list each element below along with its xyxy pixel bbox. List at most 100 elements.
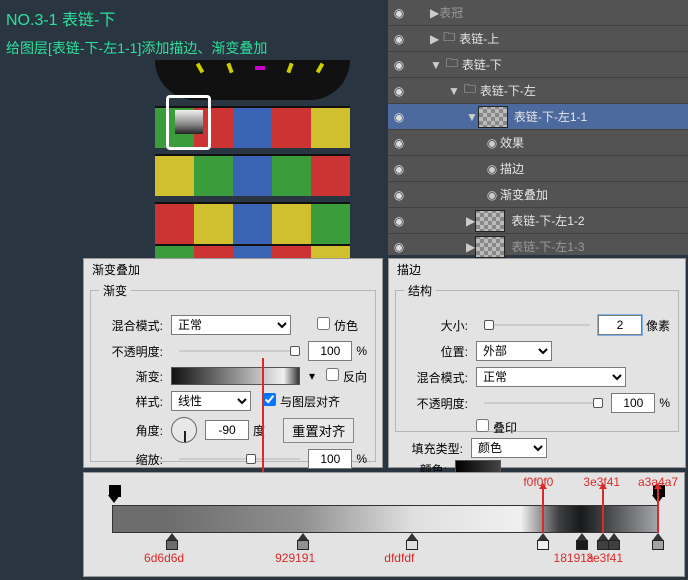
tutorial-header: NO.3-1 表链-下 给图层[表链-下-左1-1]添加描边、渐变叠加 — [6, 6, 267, 58]
gradient-legend: 渐变 — [99, 282, 131, 299]
position-label: 位置: — [404, 343, 468, 360]
stop-hex-label: 6d6d6d — [144, 551, 184, 565]
opacity-input[interactable] — [611, 393, 655, 413]
dither-checkbox[interactable]: 仿色 — [317, 317, 358, 334]
gradient-preview[interactable] — [171, 367, 300, 385]
fold-icon[interactable]: ▶ — [430, 6, 439, 20]
layer-name: 表链-下 — [462, 56, 502, 73]
stroke-panel: 描边 结构 大小: 像素 位置: 外部 混合模式: 正常 不透明度: % 叠印 … — [388, 258, 686, 468]
visibility-icon[interactable]: ◉ — [388, 240, 410, 254]
scale-slider[interactable] — [179, 451, 300, 467]
visibility-icon[interactable]: ◉ — [388, 6, 410, 20]
fill-type-label: 填充类型: — [399, 440, 463, 457]
layer-name: 表链-下-左1-3 — [511, 238, 584, 255]
layer-name: 渐变叠加 — [500, 186, 548, 203]
size-label: 大小: — [404, 317, 468, 334]
layer-row[interactable]: ◉ ▼ 🗀表链-下-左 — [388, 78, 688, 104]
visibility-icon[interactable]: ◉ — [388, 136, 410, 150]
gradient-strip[interactable] — [112, 505, 658, 533]
step-title: NO.3-1 表链-下 — [6, 6, 267, 30]
stop-hex-label: f0f0f0 — [523, 475, 553, 489]
fill-type-select[interactable]: 颜色 — [471, 438, 547, 458]
effect-icon: ◉ — [484, 188, 500, 202]
layer-row[interactable]: ◉◉描边 — [388, 156, 688, 182]
color-stop[interactable] — [166, 533, 178, 547]
color-stop[interactable] — [297, 533, 309, 547]
fold-icon[interactable]: ▶ — [430, 32, 439, 46]
stroke-legend: 结构 — [404, 282, 436, 299]
opacity-label: 不透明度: — [99, 343, 163, 360]
blend-mode-label: 混合模式: — [404, 369, 468, 386]
reverse-checkbox[interactable]: 反向 — [326, 368, 367, 385]
angle-input[interactable] — [205, 420, 249, 440]
visibility-icon[interactable]: ◉ — [388, 58, 410, 72]
visibility-icon[interactable]: ◉ — [388, 84, 410, 98]
opacity-unit: % — [659, 396, 670, 410]
visibility-icon[interactable]: ◉ — [388, 32, 410, 46]
layer-thumb — [475, 210, 505, 232]
layer-name: 表链-下-左1-1 — [514, 108, 587, 125]
fold-icon[interactable]: ▼ — [448, 84, 460, 98]
layer-name: 表链-下-左1-2 — [511, 212, 584, 229]
opacity-stop[interactable] — [108, 495, 120, 505]
color-stop[interactable] — [576, 533, 588, 547]
panel-title: 描边 — [397, 261, 685, 278]
opacity-slider[interactable] — [179, 343, 300, 359]
fold-icon[interactable]: ▶ — [466, 214, 475, 228]
layer-thumb — [478, 106, 508, 128]
layers-panel: ◉▶表冠◉▶🗀表链-上◉▼🗀表链-下◉▼🗀表链-下-左◉▼表链-下-左1-1◉◉… — [388, 0, 688, 255]
gradient-editor: 6d6d6d929191dfdfdff0f0f018191a3e3f413e3f… — [83, 472, 685, 577]
opacity-input[interactable] — [308, 341, 352, 361]
align-checkbox[interactable]: 与图层对齐 — [263, 393, 340, 410]
color-stop[interactable] — [652, 533, 664, 547]
folder-icon: 🗀 — [464, 80, 476, 101]
layer-row[interactable]: ◉ ▶ 表链-下-左1-2 — [388, 208, 688, 234]
stop-hex-label: 3e3f41 — [583, 475, 620, 489]
overprint-checkbox[interactable]: 叠印 — [476, 419, 517, 436]
layer-name: 表链-下-左 — [480, 82, 536, 99]
stop-hex-label: dfdfdf — [384, 551, 414, 565]
position-select[interactable]: 外部 — [476, 341, 552, 361]
angle-label: 角度: — [99, 422, 163, 439]
watch-illustration — [155, 60, 350, 250]
step-subtitle: 给图层[表链-下-左1-1]添加描边、渐变叠加 — [6, 38, 267, 58]
color-stop[interactable] — [537, 533, 549, 547]
gradient-label: 渐变: — [99, 368, 163, 385]
scale-unit: % — [356, 452, 367, 466]
fold-icon[interactable]: ▼ — [430, 58, 442, 72]
layer-name: 表冠 — [439, 4, 463, 21]
scale-input[interactable] — [308, 449, 352, 469]
visibility-icon[interactable]: ◉ — [388, 188, 410, 202]
opacity-slider[interactable] — [484, 395, 603, 411]
layer-thumb — [475, 236, 505, 258]
layer-row[interactable]: ◉◉渐变叠加 — [388, 182, 688, 208]
stop-hex-label: a3a4a7 — [638, 475, 678, 489]
layer-row[interactable]: ◉▶🗀表链-上 — [388, 26, 688, 52]
stop-hex-label: 929191 — [275, 551, 315, 565]
blend-mode-select[interactable]: 正常 — [476, 367, 626, 387]
size-slider[interactable] — [484, 317, 590, 333]
fold-icon[interactable]: ▼ — [466, 110, 478, 124]
layer-name: 效果 — [500, 134, 524, 151]
visibility-icon[interactable]: ◉ — [388, 162, 410, 176]
blend-mode-select[interactable]: 正常 — [171, 315, 291, 335]
layer-row[interactable]: ◉ ▶表冠 — [388, 0, 688, 26]
color-stop[interactable] — [608, 533, 620, 547]
size-input[interactable] — [598, 315, 642, 335]
visibility-icon[interactable]: ◉ — [388, 214, 410, 228]
effect-icon: ◉ — [484, 136, 500, 150]
layer-row[interactable]: ◉▼🗀表链-下 — [388, 52, 688, 78]
layer-row[interactable]: ◉◉效果 — [388, 130, 688, 156]
layer-row[interactable]: ◉ ▶ 表链-下-左1-3 — [388, 234, 688, 260]
layer-row[interactable]: ◉ ▼ 表链-下-左1-1 — [388, 104, 688, 130]
effect-icon: ◉ — [484, 162, 500, 176]
scale-label: 缩放: — [99, 451, 163, 468]
opacity-unit: % — [356, 344, 367, 358]
panel-title: 渐变叠加 — [92, 261, 382, 278]
style-select[interactable]: 线性 — [171, 391, 251, 411]
angle-dial[interactable] — [171, 417, 197, 443]
color-stop[interactable] — [406, 533, 418, 547]
fold-icon[interactable]: ▶ — [466, 240, 475, 254]
reset-align-button[interactable]: 重置对齐 — [283, 418, 354, 443]
visibility-icon[interactable]: ◉ — [388, 110, 410, 124]
